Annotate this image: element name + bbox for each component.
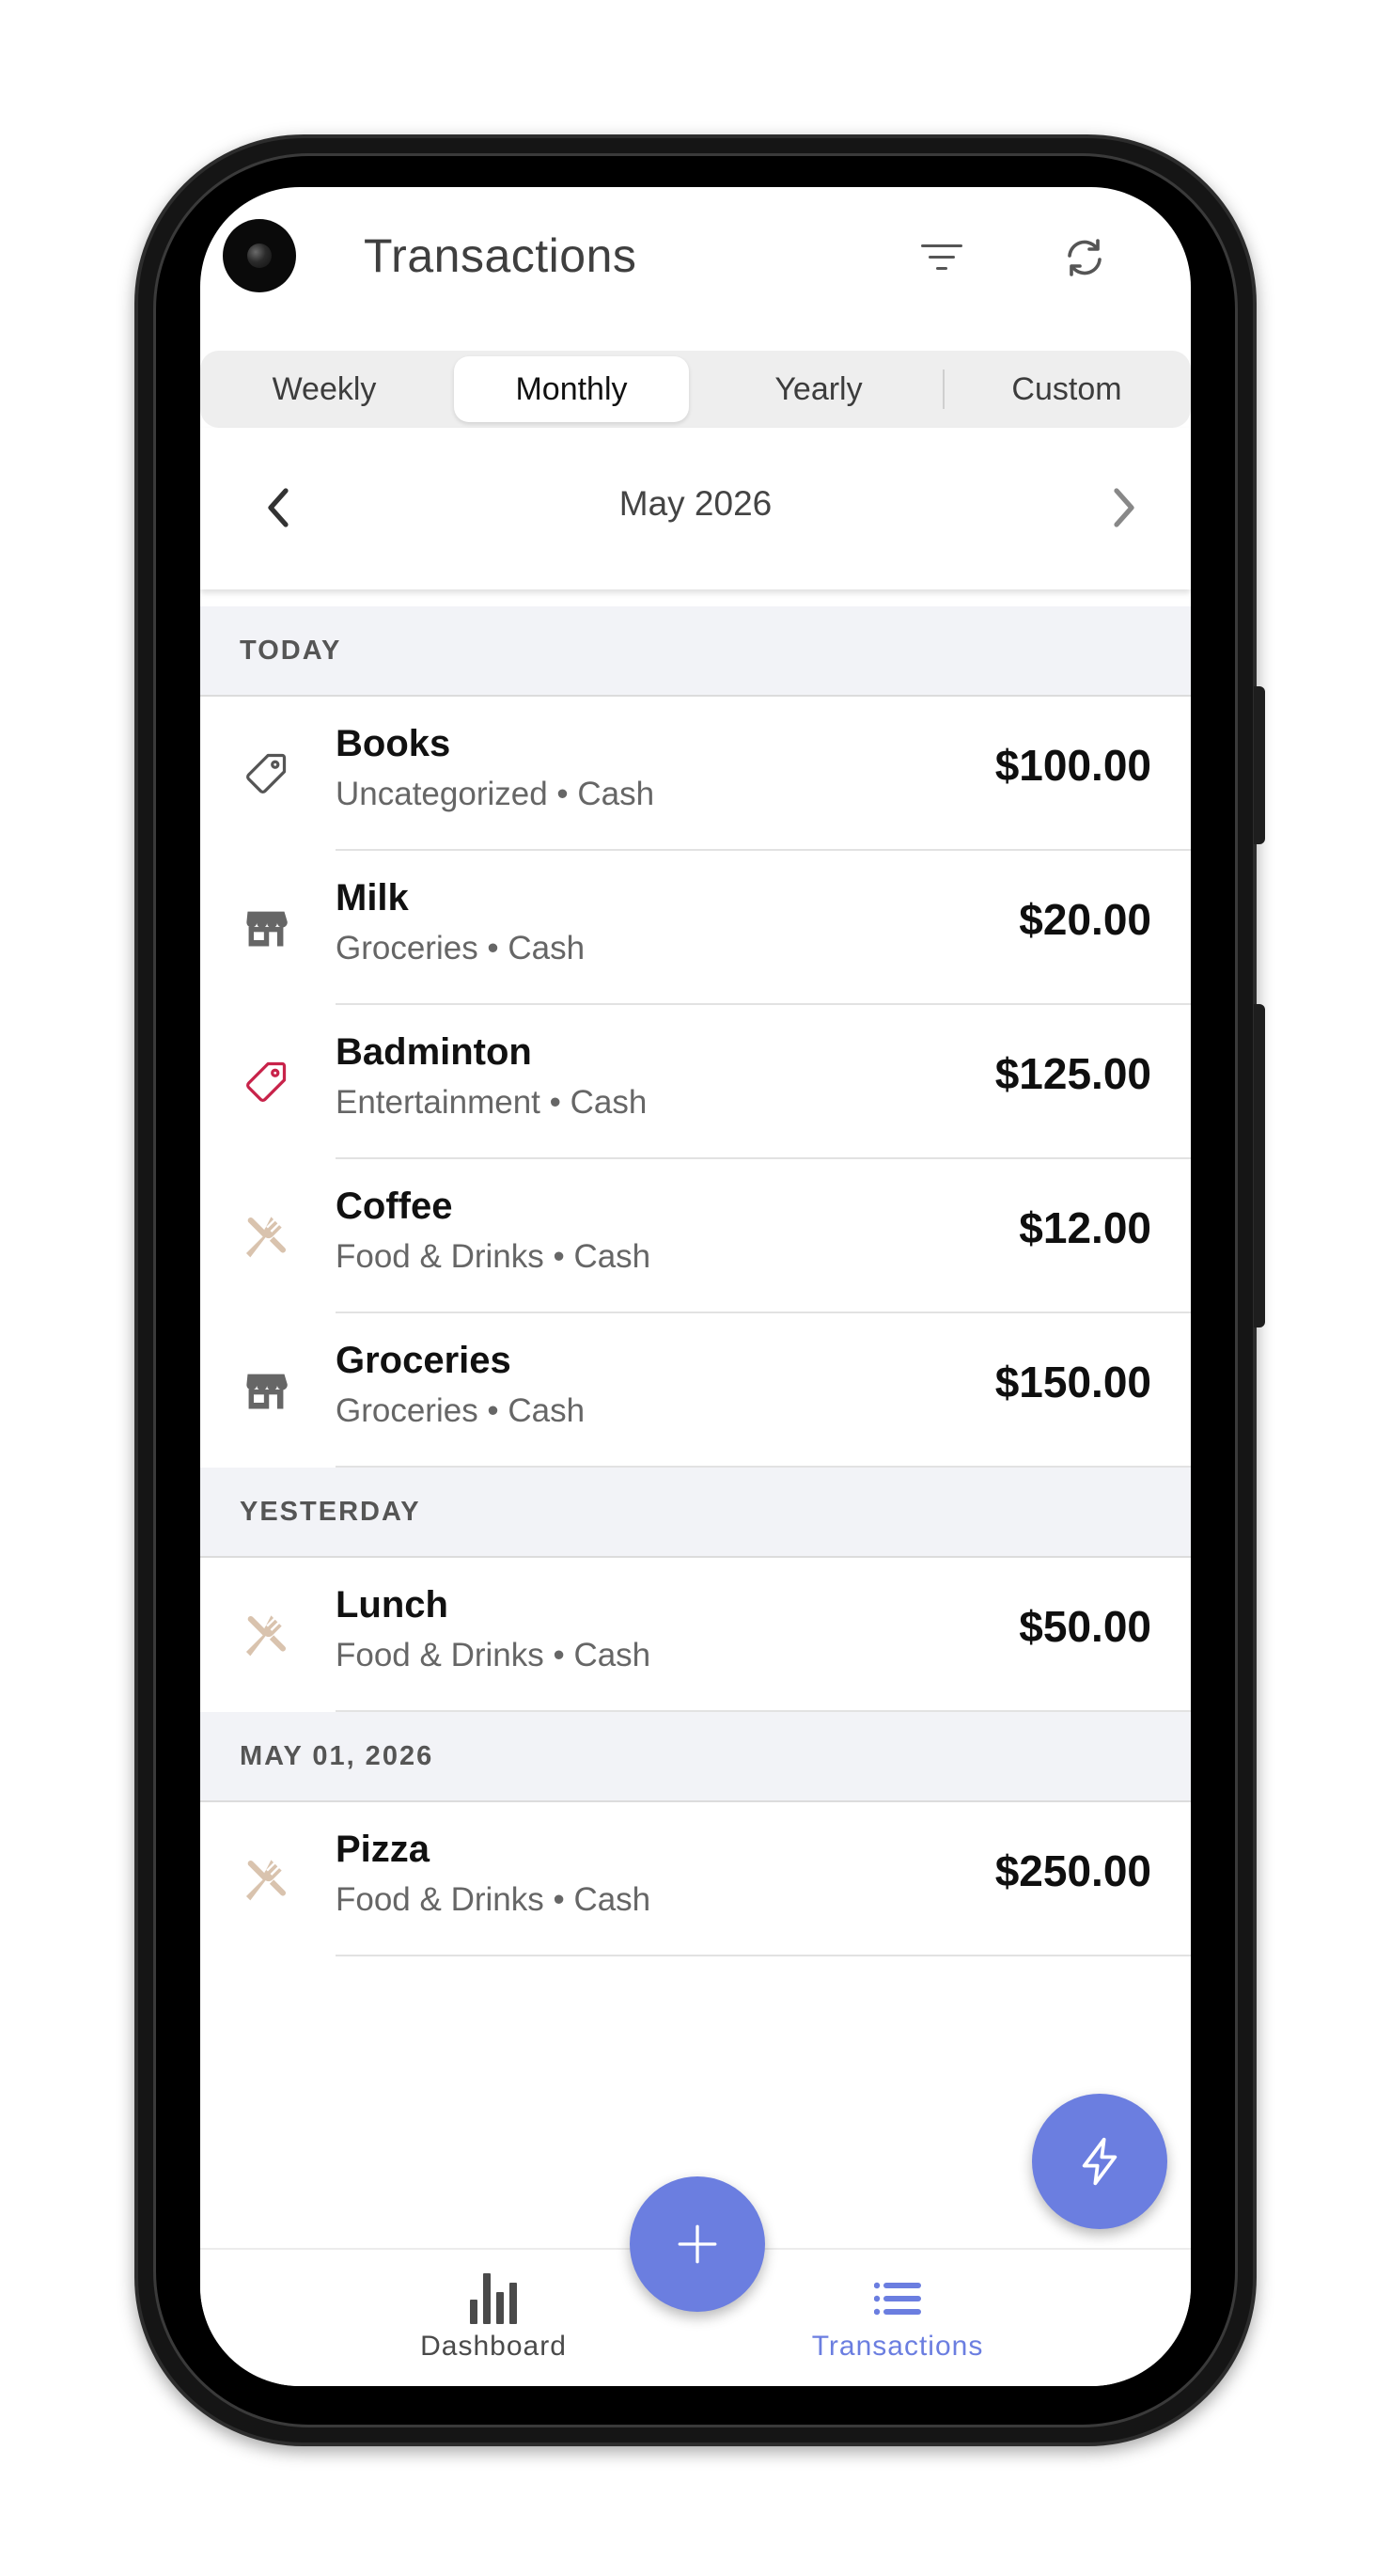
transaction-title: Milk: [336, 877, 409, 919]
volume-button: [1254, 1004, 1265, 1327]
transaction-row-books[interactable]: Books Uncategorized • Cash $100.00: [200, 697, 1191, 851]
transaction-row-badminton[interactable]: Badminton Entertainment • Cash $125.00: [200, 1005, 1191, 1159]
transaction-title: Groceries: [336, 1340, 511, 1381]
store-icon: [234, 1359, 298, 1422]
plus-icon: [678, 2224, 717, 2264]
transaction-subtitle: Groceries • Cash: [336, 1392, 586, 1429]
transaction-row-lunch[interactable]: Lunch Food & Drinks • Cash $50.00: [200, 1558, 1191, 1712]
bar-chart-icon: [465, 2270, 522, 2327]
store-icon: [234, 896, 298, 960]
section-header-may-01: MAY 01, 2026: [200, 1712, 1191, 1802]
transaction-amount: $20.00: [1019, 895, 1151, 944]
quick-add-button[interactable]: [1032, 2094, 1167, 2229]
nav-label: Transactions: [811, 2331, 984, 2362]
transaction-subtitle: Food & Drinks • Cash: [336, 1881, 651, 1918]
transaction-amount: $150.00: [994, 1358, 1151, 1406]
current-month-label: May 2026: [618, 484, 773, 523]
tab-weekly[interactable]: Weekly: [200, 351, 448, 428]
transaction-list: TODAY Books Uncategorized • Cash $100.00…: [200, 606, 1191, 1956]
transaction-subtitle: Food & Drinks • Cash: [336, 1238, 651, 1275]
utensils-icon: [234, 1847, 298, 1911]
tag-icon: [234, 1050, 298, 1114]
transaction-title: Badminton: [336, 1031, 532, 1073]
transaction-amount: $12.00: [1019, 1203, 1151, 1252]
add-transaction-button[interactable]: [630, 2176, 765, 2312]
tab-monthly[interactable]: Monthly: [454, 356, 689, 422]
transaction-title: Pizza: [336, 1829, 430, 1870]
period-tabs: Weekly Monthly Yearly Custom: [200, 351, 1191, 428]
transaction-title: Lunch: [336, 1584, 448, 1626]
tag-icon: [234, 742, 298, 806]
transaction-subtitle: Entertainment • Cash: [336, 1084, 648, 1121]
transaction-row-groceries[interactable]: Groceries Groceries • Cash $150.00: [200, 1313, 1191, 1468]
app-screen: Transactions Weekly Monthly Yearly Custo…: [200, 187, 1191, 2386]
transaction-amount: $125.00: [994, 1049, 1151, 1098]
front-camera: [223, 219, 296, 292]
transaction-subtitle: Food & Drinks • Cash: [336, 1637, 651, 1673]
transaction-title: Books: [336, 723, 451, 764]
filter-icon[interactable]: [909, 225, 975, 291]
transaction-amount: $50.00: [1019, 1602, 1151, 1651]
transaction-amount: $100.00: [994, 741, 1151, 790]
month-navigator: May 2026: [200, 428, 1191, 589]
nav-label: Dashboard: [420, 2331, 567, 2362]
tab-custom[interactable]: Custom: [943, 351, 1191, 428]
page-title: Transactions: [364, 229, 637, 282]
chevron-right-icon[interactable]: [1091, 475, 1157, 541]
transaction-subtitle: Groceries • Cash: [336, 930, 586, 966]
nav-dashboard[interactable]: Dashboard: [352, 2270, 634, 2363]
refresh-icon[interactable]: [1052, 225, 1117, 291]
transaction-row-coffee[interactable]: Coffee Food & Drinks • Cash $12.00: [200, 1159, 1191, 1313]
transaction-subtitle: Uncategorized • Cash: [336, 776, 655, 812]
section-header-yesterday: YESTERDAY: [200, 1468, 1191, 1558]
utensils-icon: [234, 1603, 298, 1667]
flash-icon: [1082, 2137, 1117, 2186]
utensils-icon: [234, 1204, 298, 1268]
nav-transactions[interactable]: Transactions: [757, 2270, 1039, 2363]
power-button: [1254, 686, 1265, 844]
transaction-row-milk[interactable]: Milk Groceries • Cash $20.00: [200, 851, 1191, 1005]
transaction-amount: $250.00: [994, 1846, 1151, 1895]
section-header-today: TODAY: [200, 606, 1191, 697]
transaction-row-pizza[interactable]: Pizza Food & Drinks • Cash $250.00: [200, 1802, 1191, 1956]
list-icon: [869, 2270, 926, 2327]
tab-yearly[interactable]: Yearly: [695, 351, 943, 428]
transaction-title: Coffee: [336, 1186, 453, 1227]
